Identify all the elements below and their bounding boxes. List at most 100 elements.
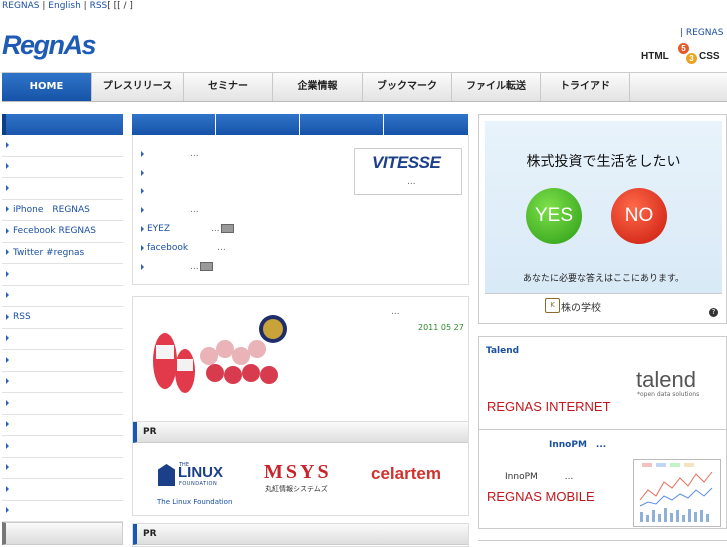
- tab-3[interactable]: [300, 114, 384, 135]
- nav-bookmark[interactable]: ブックマーク: [363, 73, 452, 101]
- school-name: 株の学校: [561, 303, 601, 314]
- featured-article: ... 2011 05 27: [132, 296, 469, 423]
- arrow-icon: [6, 313, 9, 320]
- vitesse-banner[interactable]: VITESSE ...: [354, 148, 462, 195]
- sidebar-item[interactable]: [2, 458, 123, 479]
- sidebar-item[interactable]: Fecebook REGNAS: [2, 221, 123, 243]
- main-nav: HOME プレスリリース セミナー 企業情報 ブックマーク ファイル転送 トライ…: [2, 72, 727, 102]
- sidebar-item[interactable]: [2, 501, 123, 522]
- sidebar-item[interactable]: [2, 135, 123, 157]
- ad-title: 株式投資で生活をしたい: [526, 154, 681, 170]
- sidebar-item[interactable]: Twitter #regnas: [2, 243, 123, 264]
- sidebar-item-label: iPhone REGNAS: [13, 204, 90, 215]
- arrow-icon: [6, 421, 9, 427]
- celartem-logo[interactable]: celartem: [371, 464, 441, 484]
- innopm-chart-thumbnail[interactable]: [633, 459, 721, 527]
- ad-no-button[interactable]: NO: [611, 188, 667, 244]
- top-links: REGNAS | English | RSS[ [[ / ]: [2, 1, 133, 11]
- site-logo[interactable]: RegnAs: [2, 30, 108, 60]
- news-item[interactable]: [141, 186, 147, 196]
- html5-icon: 5: [678, 43, 689, 54]
- arrow-icon: [141, 206, 144, 213]
- sidebar-item[interactable]: [2, 178, 123, 200]
- right-bottom-divider: [478, 540, 727, 546]
- arrow-icon: [141, 263, 144, 270]
- arrow-icon: [141, 169, 144, 176]
- pr-box: PR THE LINUX FOUNDATION The Linux Founda…: [132, 421, 469, 516]
- nav-seminar[interactable]: セミナー: [184, 73, 273, 101]
- arrow-icon: [6, 335, 9, 341]
- ad-yes-button[interactable]: YES: [526, 188, 582, 244]
- tab-4[interactable]: [384, 114, 468, 135]
- sidebar-item[interactable]: [2, 372, 123, 393]
- arrow-icon: [6, 163, 9, 169]
- html5-css3-badge: HTML 5 3 CSS: [641, 43, 720, 64]
- talend-logo[interactable]: talend: [636, 367, 696, 393]
- news-item[interactable]: ...: [141, 149, 199, 159]
- arrow-icon: [6, 464, 9, 470]
- left-sidebar: iPhone REGNAS Fecebook REGNAS Twitter #reg…: [2, 114, 123, 545]
- sidebar-item[interactable]: [2, 393, 123, 415]
- sidebar-item[interactable]: [2, 264, 123, 286]
- arrow-icon: [6, 378, 9, 384]
- product-photo[interactable]: [151, 311, 289, 398]
- article-date: 2011 05 27: [418, 323, 464, 332]
- link-english[interactable]: English: [48, 1, 81, 11]
- arrow-icon: [141, 225, 144, 232]
- sidebar-item[interactable]: [2, 479, 123, 501]
- link-rss[interactable]: RSS: [90, 1, 108, 11]
- talend-header[interactable]: Talend: [486, 346, 519, 356]
- header-link-regnas[interactable]: | REGNAS: [680, 28, 723, 38]
- regnas-internet-link[interactable]: REGNAS INTERNET: [487, 399, 611, 414]
- news-item[interactable]: facebook...: [141, 243, 226, 253]
- sidebar-item[interactable]: [2, 329, 123, 350]
- school-icon: K: [545, 298, 560, 313]
- sidebar-item[interactable]: [2, 350, 123, 372]
- top-links-tail: [ [[ / ]: [107, 1, 133, 11]
- arrow-icon: [6, 485, 9, 492]
- linux-foundation-logo[interactable]: THE LINUX FOUNDATION: [158, 460, 234, 490]
- penguin-icon: [158, 464, 175, 486]
- arrow-icon: [6, 227, 9, 234]
- arrow-icon: [6, 399, 9, 406]
- css3-icon: 3: [686, 53, 697, 64]
- tab-1[interactable]: [132, 114, 216, 135]
- news-item[interactable]: [141, 168, 147, 178]
- innopm-header[interactable]: InnoPM ...: [549, 437, 606, 450]
- ad-banner-stock[interactable]: 株式投資で生活をしたい YES NO あなたに必要な答えはここにあります。 K …: [478, 114, 727, 324]
- camera-icon: [199, 262, 213, 271]
- info-icon[interactable]: ?: [709, 308, 718, 317]
- nav-company-info[interactable]: 企業情報: [273, 73, 363, 101]
- nav-file-transfer[interactable]: ファイル転送: [452, 73, 541, 101]
- sidebar-item[interactable]: [2, 436, 123, 458]
- sidebar-item[interactable]: [2, 157, 123, 178]
- arrow-icon: [6, 141, 9, 148]
- sidebar-item[interactable]: iPhone REGNAS: [2, 200, 123, 221]
- arrow-icon: [141, 150, 144, 157]
- nav-press-release[interactable]: プレスリリース: [92, 73, 184, 101]
- sidebar-item-label: RSS: [13, 312, 31, 322]
- sidebar-footer: [2, 522, 123, 545]
- talend-tagline: *open data solutions: [637, 391, 700, 398]
- link-regnas[interactable]: REGNAS: [2, 1, 40, 11]
- sidebar-item[interactable]: RSS: [2, 307, 123, 329]
- linux-foundation-caption[interactable]: The Linux Foundation: [157, 498, 232, 506]
- msys-logo[interactable]: MSYS: [264, 461, 332, 484]
- sidebar-item[interactable]: [2, 286, 123, 307]
- nav-triad[interactable]: トライアド: [541, 73, 630, 101]
- nav-home[interactable]: HOME: [2, 73, 92, 101]
- sidebar-item[interactable]: [2, 415, 123, 436]
- main-content: ... ... EYEZ... facebook... ... VITESSE …: [132, 114, 469, 547]
- pr-box-2: PR: [132, 523, 469, 547]
- news-list: ... ... EYEZ... facebook... ... VITESSE …: [132, 135, 469, 285]
- tab-2[interactable]: [216, 114, 300, 135]
- ad-footer-band: K 株の学校 ?: [485, 293, 722, 319]
- news-item[interactable]: ...: [141, 262, 213, 272]
- msys-subtitle: 丸紅情報システムズ: [265, 485, 328, 493]
- talend-box: Talend talend *open data solutions REGNA…: [478, 336, 727, 430]
- regnas-mobile-link[interactable]: REGNAS MOBILE: [487, 489, 595, 504]
- news-item[interactable]: ...: [141, 205, 199, 215]
- news-tabs: [132, 114, 469, 135]
- news-item[interactable]: EYEZ...: [141, 224, 234, 234]
- innopm-text: InnoPM ...: [505, 472, 574, 482]
